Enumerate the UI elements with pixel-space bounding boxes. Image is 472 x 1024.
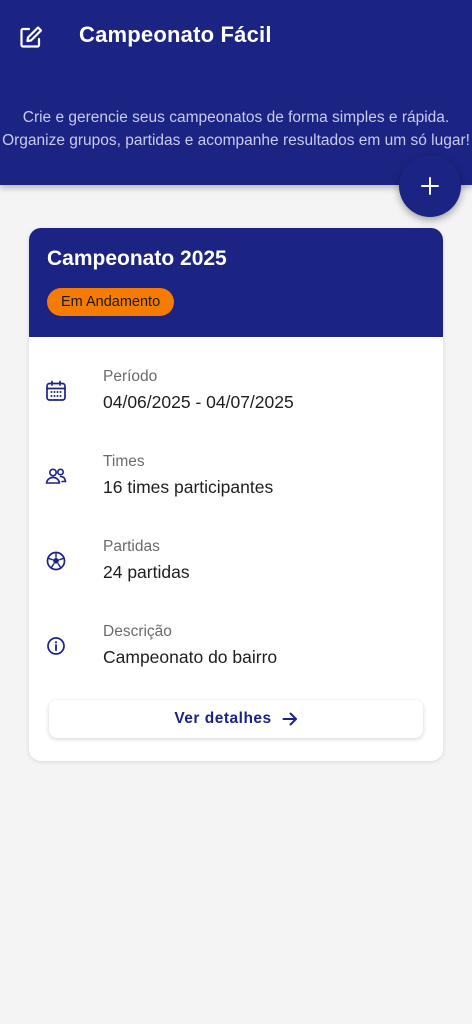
row-label: Descrição — [103, 623, 172, 640]
calendar-icon — [46, 380, 66, 401]
view-details-button[interactable]: Ver detalhes — [49, 700, 423, 738]
card-header: Campeonato 2025 Em Andamento — [29, 228, 443, 337]
row-label: Partidas — [103, 538, 160, 555]
info-row-period: Período 04/06/2025 - 04/07/2025 — [29, 368, 443, 428]
people-icon — [45, 468, 67, 484]
add-championship-button[interactable] — [399, 155, 461, 217]
row-value: 04/06/2025 - 04/07/2025 — [103, 392, 294, 412]
status-badge: Em Andamento — [47, 288, 175, 316]
subtitle-line: Crie e gerencie seus campeonatos de form… — [22, 109, 450, 126]
subtitle-line: Organize grupos, partidas e acompanhe re… — [2, 132, 470, 149]
card-title: Campeonato 2025 — [47, 247, 227, 270]
soccer-ball-icon — [46, 551, 66, 571]
row-value: Campeonato do bairro — [103, 647, 278, 667]
info-row-description: Descrição Campeonato do bairro — [29, 623, 443, 683]
row-value: 16 times participantes — [103, 477, 274, 497]
info-icon — [47, 637, 65, 655]
page-title: Campeonato Fácil — [79, 22, 272, 47]
info-row-teams: Times 16 times participantes — [29, 453, 443, 513]
view-details-label: Ver detalhes — [174, 710, 272, 727]
app-header: Campeonato Fácil Crie e gerencie seus ca… — [0, 0, 472, 185]
row-label: Times — [103, 453, 145, 470]
edit-icon[interactable] — [18, 24, 44, 50]
plus-icon — [421, 177, 439, 195]
championship-card[interactable]: Campeonato 2025 Em Andamento Período 04/… — [29, 228, 443, 761]
info-row-matches: Partidas 24 partidas — [29, 538, 443, 598]
row-label: Período — [103, 368, 158, 385]
arrow-right-icon — [282, 712, 297, 726]
header-subtitle: Crie e gerencie seus campeonatos de form… — [0, 106, 472, 152]
row-value: 24 partidas — [103, 562, 190, 582]
